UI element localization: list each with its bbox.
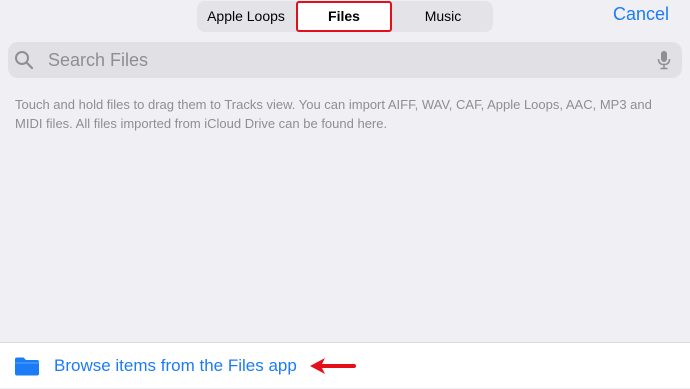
search-bar[interactable] (8, 42, 682, 78)
red-arrow-icon (310, 358, 356, 374)
tab-files[interactable]: Files (296, 1, 392, 32)
tab-music[interactable]: Music (393, 1, 493, 32)
search-icon (15, 51, 34, 70)
top-bar: Apple Loops Files Music Cancel (0, 0, 690, 36)
bottom-bar: Browse items from the Files app (0, 342, 690, 388)
search-input[interactable] (48, 42, 648, 78)
import-instructions: Touch and hold files to drag them to Tra… (15, 97, 652, 131)
folder-icon (15, 357, 39, 376)
source-segmented-control: Apple Loops Files Music (197, 1, 493, 32)
browse-files-app-button[interactable]: Browse items from the Files app (14, 343, 297, 389)
cancel-button[interactable]: Cancel (613, 4, 669, 25)
tab-apple-loops[interactable]: Apple Loops (197, 1, 295, 32)
browse-label: Browse items from the Files app (54, 356, 297, 375)
mic-icon[interactable] (656, 50, 672, 70)
